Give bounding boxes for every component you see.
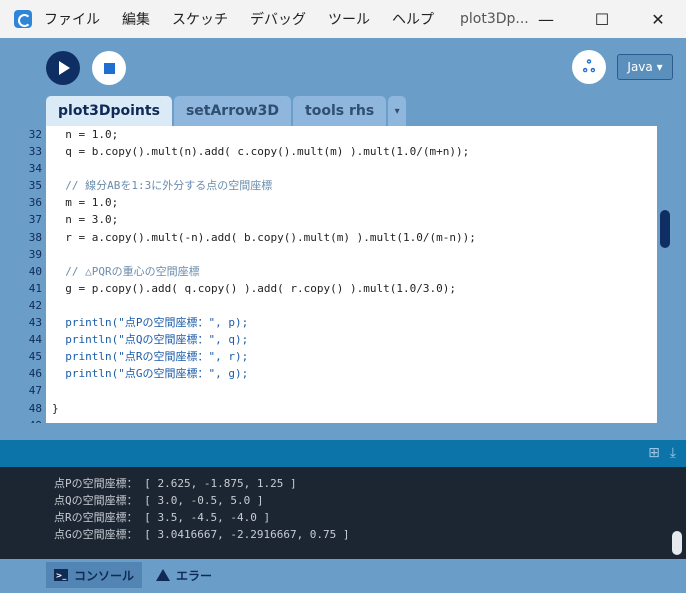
line-number: 44 bbox=[28, 333, 42, 347]
clear-console-icon[interactable]: ⤓ bbox=[670, 445, 676, 461]
code-line[interactable] bbox=[46, 297, 657, 314]
console-line: 点Qの空間座標： [ 3.0, -0.5, 5.0 ] bbox=[54, 494, 264, 507]
code-line[interactable]: println("点Rの空間座標：", r); bbox=[46, 348, 657, 365]
line-number: 32 bbox=[28, 128, 42, 141]
toolbar: ஃ Java ▾ bbox=[0, 38, 686, 96]
line-number: 38 bbox=[28, 230, 42, 244]
code-line[interactable]: // 線分ABを1:3に外分する点の空間座標 bbox=[46, 177, 657, 194]
code-line[interactable]: // △PQRの重心の空間座標 bbox=[46, 263, 657, 280]
mode-select[interactable]: Java ▾ bbox=[617, 54, 673, 80]
sketch-tabs: plot3Dpoints setArrow3D tools rhs ▾ bbox=[46, 96, 407, 126]
line-number: 36 bbox=[28, 196, 42, 210]
editor-scrollbar-track[interactable] bbox=[657, 126, 686, 423]
terminal-icon: >_ bbox=[54, 569, 68, 581]
errors-tab[interactable]: エラー bbox=[148, 562, 220, 588]
play-icon bbox=[59, 61, 70, 75]
menu-sketch[interactable]: スケッチ bbox=[172, 9, 228, 29]
line-number: 45 bbox=[28, 350, 42, 364]
code-line[interactable]: n = 1.0; bbox=[46, 126, 657, 143]
line-number: 35 bbox=[28, 179, 42, 193]
minimize-button[interactable]: — bbox=[518, 0, 574, 38]
code-line[interactable]: } bbox=[46, 400, 657, 417]
warning-icon bbox=[156, 569, 170, 581]
line-number: 42 bbox=[28, 298, 42, 312]
console-line: 点Rの空間座標： [ 3.5, -4.5, -4.0 ] bbox=[54, 511, 271, 524]
bug-icon: ஃ bbox=[582, 56, 596, 76]
menu-debug[interactable]: デバッグ bbox=[250, 9, 306, 29]
copy-icon[interactable]: ⊞ bbox=[648, 445, 660, 461]
close-button[interactable]: ✕ bbox=[630, 0, 686, 38]
code-line[interactable] bbox=[46, 382, 657, 399]
code-line[interactable]: n = 3.0; bbox=[46, 211, 657, 228]
line-number: 40 bbox=[28, 264, 42, 278]
bottom-bar: >_ コンソール エラー bbox=[0, 559, 686, 593]
line-number: 41 bbox=[28, 281, 42, 295]
tab-menu-chevron-icon[interactable]: ▾ bbox=[388, 96, 407, 126]
stop-button[interactable] bbox=[92, 51, 126, 85]
code-line[interactable]: println("点Gの空間座標：", g); bbox=[46, 365, 657, 382]
code-line[interactable]: q = b.copy().mult(n).add( c.copy().mult(… bbox=[46, 143, 657, 160]
menu-file[interactable]: ファイル bbox=[44, 9, 100, 29]
line-number-gutter: 32 33 34 35 36 37 38 39 40 41 42 43 44 45 46 47 48 49 bbox=[0, 126, 46, 423]
menu-edit[interactable]: 編集 bbox=[122, 9, 150, 29]
menu-tools[interactable]: ツール bbox=[328, 9, 370, 29]
code-line[interactable]: g = p.copy().add( q.copy() ).add( r.copy… bbox=[46, 280, 657, 297]
tab-plot3dpoints[interactable]: plot3Dpoints bbox=[46, 96, 172, 126]
line-number: 34 bbox=[28, 162, 42, 176]
code-line[interactable]: m = 1.0; bbox=[46, 194, 657, 211]
code-line[interactable]: println("点Pの空間座標：", p); bbox=[46, 314, 657, 331]
console-output: 点Pの空間座標： [ 2.625, -1.875, 1.25 ] 点Qの空間座標… bbox=[0, 467, 686, 559]
code-line[interactable] bbox=[46, 160, 657, 177]
maximize-button[interactable]: ☐ bbox=[574, 0, 630, 38]
console-tab-label: コンソール bbox=[74, 568, 135, 583]
stop-icon bbox=[103, 62, 115, 74]
code-line[interactable]: println("点Qの空間座標：", q); bbox=[46, 331, 657, 348]
console-line: 点Gの空間座標： [ 3.0416667, -2.2916667, 0.75 ] bbox=[54, 528, 350, 541]
line-number: 48 bbox=[28, 401, 42, 415]
run-button[interactable] bbox=[46, 51, 80, 85]
errors-tab-label: エラー bbox=[176, 568, 213, 583]
menu-help[interactable]: ヘルプ bbox=[392, 9, 434, 29]
title-bar: ファイル 編集 スケッチ デバッグ ツール ヘルプ plot3Dp... — ☐… bbox=[0, 0, 686, 38]
line-number: 37 bbox=[28, 213, 42, 227]
line-number: 46 bbox=[28, 367, 42, 381]
line-number: 47 bbox=[28, 384, 42, 398]
console-scrollbar-thumb[interactable] bbox=[672, 531, 682, 555]
tab-tools-rhs[interactable]: tools rhs bbox=[293, 96, 387, 126]
code-text-area[interactable]: n = 1.0; q = b.copy().mult(n).add( c.cop… bbox=[46, 126, 657, 423]
processing-app-icon bbox=[14, 10, 32, 28]
console-line: 点Pの空間座標： [ 2.625, -1.875, 1.25 ] bbox=[54, 477, 297, 490]
code-editor: 32 33 34 35 36 37 38 39 40 41 42 43 44 45 46 47 48 49 n =… bbox=[0, 126, 686, 423]
line-number: 33 bbox=[28, 145, 42, 159]
debugger-button[interactable]: ஃ bbox=[572, 50, 606, 84]
tab-setarrow3d[interactable]: setArrow3D bbox=[173, 96, 292, 126]
console-tab[interactable]: >_ コンソール bbox=[46, 562, 143, 588]
editor-scrollbar-thumb[interactable] bbox=[660, 210, 670, 248]
console-header: ⊞ ⤓ bbox=[0, 440, 686, 467]
code-line[interactable] bbox=[46, 417, 657, 423]
line-number: 43 bbox=[28, 316, 42, 330]
line-number: 39 bbox=[28, 247, 42, 261]
code-line[interactable] bbox=[46, 246, 657, 263]
code-line[interactable]: r = a.copy().mult(-n).add( b.copy().mult… bbox=[46, 229, 657, 246]
line-number: 49 bbox=[0, 417, 46, 423]
window-controls: — ☐ ✕ bbox=[518, 0, 686, 38]
